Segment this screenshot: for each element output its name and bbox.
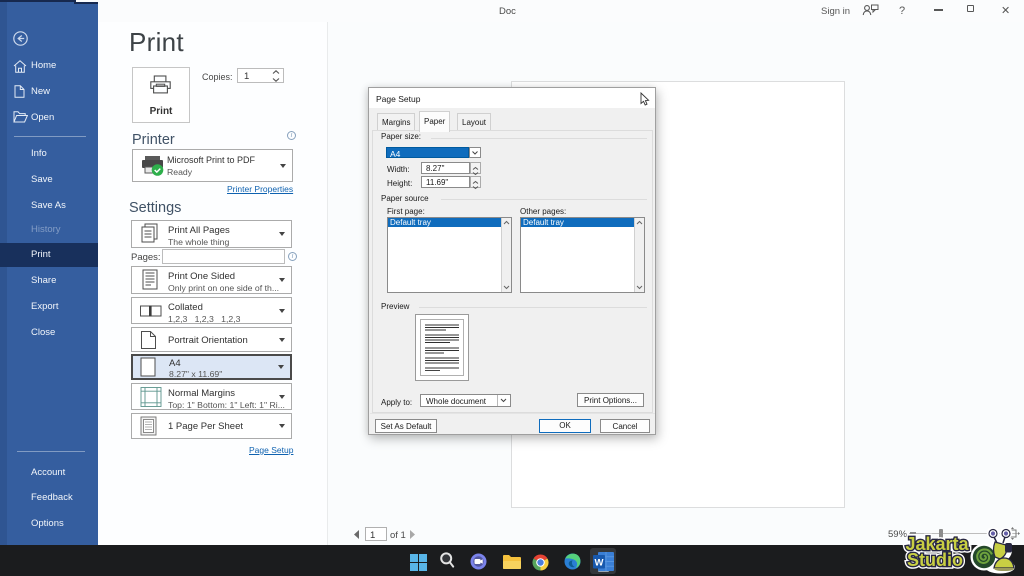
svg-text:W: W bbox=[595, 558, 604, 569]
svg-text:Studio: Studio bbox=[907, 550, 963, 570]
